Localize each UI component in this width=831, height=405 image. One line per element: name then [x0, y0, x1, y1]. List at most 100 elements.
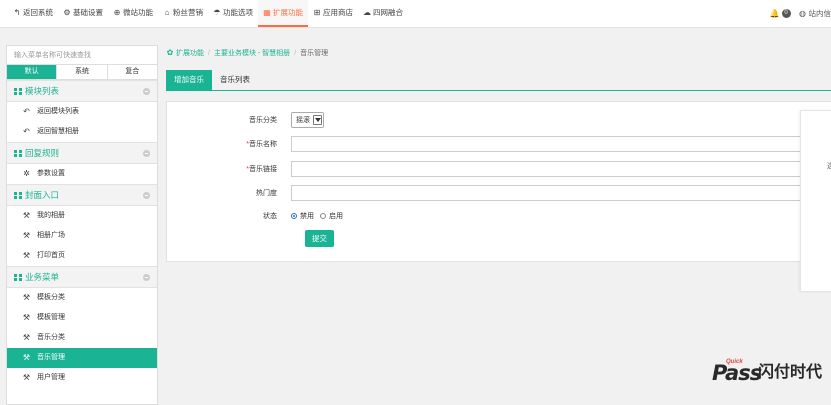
sidebar-tab-2[interactable]: 复合	[108, 65, 157, 79]
link-label-text: 音乐链接	[249, 166, 277, 173]
sidebar-group-header[interactable]: 封面入口	[7, 184, 157, 206]
nav-item-5[interactable]: ▦扩展功能	[258, 0, 308, 27]
sidebar-tab-1[interactable]: 系统	[57, 65, 107, 79]
sidebar-item[interactable]: ⚒用户管理	[7, 368, 157, 388]
tool-icon: ⚒	[22, 206, 31, 226]
status-disabled-radio[interactable]: 禁用	[291, 211, 314, 221]
radio-dot	[291, 213, 297, 219]
reply-icon: ↶	[22, 102, 31, 122]
back-arrow-icon: ↰	[13, 0, 21, 25]
chevron-down-icon	[313, 115, 322, 125]
sidebar-item-label: 相册广场	[37, 226, 65, 246]
music-link-input[interactable]	[291, 161, 831, 177]
sidebar-item[interactable]: ⚒音乐分类	[7, 328, 157, 348]
sidebar-item[interactable]: ↶ 返回模块列表	[7, 102, 157, 122]
sidebar-item[interactable]: ⚒ 打印首页	[7, 246, 157, 266]
sidebar-item-label: 返回智慧相册	[37, 122, 79, 142]
breadcrumb-module[interactable]: 主要业务模块 - 智慧相册	[214, 50, 290, 57]
category-row: 音乐分类 摇滚	[167, 111, 324, 128]
nav-item-7[interactable]: ☁四网融合	[358, 0, 408, 27]
grid-icon	[14, 274, 22, 281]
grid-icon	[14, 150, 22, 157]
sidebar-tabs: 默认系统复合	[7, 65, 157, 80]
sidebar-item[interactable]: ⚒模板管理	[7, 308, 157, 328]
sidebar-group-title: 回复规则	[14, 147, 59, 159]
popularity-label: 热门度	[167, 188, 291, 198]
status-label: 状态	[167, 211, 291, 221]
sidebar-item[interactable]: ↶ 返回智慧相册	[7, 122, 157, 142]
breadcrumb: ✿扩展功能 / 主要业务模块 - 智慧相册 / 音乐管理	[166, 48, 328, 58]
sidebar-item-label: 打印首页	[37, 246, 65, 266]
category-value: 摇滚	[296, 115, 310, 125]
music-name-input[interactable]	[291, 136, 831, 152]
nav-item-label: 基础设置	[73, 8, 103, 17]
bell-icon[interactable]: 🔔	[770, 9, 780, 18]
tool-icon: ⚒	[22, 246, 31, 266]
collapse-icon[interactable]	[143, 274, 150, 281]
reply-icon: ↶	[22, 122, 31, 142]
gear-icon: ⚙	[63, 0, 71, 25]
tab-add-music[interactable]: 增加音乐	[166, 70, 212, 90]
sidebar-group-header[interactable]: 回复规则	[7, 142, 157, 164]
nav-item-4[interactable]: ☂功能选项	[208, 0, 258, 27]
breadcrumb-separator: /	[294, 50, 296, 57]
sidebar-item-label: 我的相册	[37, 206, 65, 226]
cubes-icon: ▦	[263, 0, 271, 25]
top-right-tools: 🔔 0 ◍站内信	[770, 0, 831, 27]
sidebar-item[interactable]: ⚒音乐管理	[7, 348, 157, 368]
menu-search-input[interactable]	[7, 46, 157, 65]
category-label: 音乐分类	[167, 115, 291, 125]
nav-item-3[interactable]: ⌂粉丝营销	[158, 0, 208, 27]
sidebar: 默认系统复合 模块列表↶返回模块列表↶返回智慧相册回复规则✲参数设置封面入口⚒我…	[6, 45, 158, 405]
collapse-icon[interactable]	[143, 88, 150, 95]
sidebar-item[interactable]: ⚒ 我的相册	[7, 206, 157, 226]
side-popup-card	[800, 110, 831, 292]
collapse-icon[interactable]	[143, 150, 150, 157]
nav-item-0[interactable]: ↰返回系统	[8, 0, 58, 27]
radio-dot	[320, 213, 326, 219]
form-panel: 音乐分类 摇滚 *音乐名称 *音乐链接 热门度 状态 禁用 启用 提交	[166, 101, 831, 262]
tab-music-list[interactable]: 音乐列表	[212, 70, 258, 90]
popularity-row: 热门度	[167, 184, 831, 201]
notification-badge[interactable]: 0	[782, 9, 791, 18]
name-label-text: 音乐名称	[249, 141, 277, 148]
breadcrumb-separator: /	[208, 50, 210, 57]
sidebar-group-header[interactable]: 模块列表	[7, 80, 157, 102]
tool-icon: ⚒	[22, 348, 31, 368]
nav-item-label: 微站功能	[123, 8, 153, 17]
tool-icon: ⚒	[22, 288, 31, 308]
sidebar-tab-0[interactable]: 默认	[7, 65, 57, 79]
sidebar-groups: 模块列表↶返回模块列表↶返回智慧相册回复规则✲参数设置封面入口⚒我的相册⚒相册广…	[7, 80, 157, 388]
submit-button[interactable]: 提交	[305, 230, 334, 247]
sidebar-item-label: 返回模块列表	[37, 102, 79, 122]
watermark-logo: Pass Quick 闪付时代	[712, 362, 830, 384]
name-row: *音乐名称	[167, 135, 831, 152]
name-label: *音乐名称	[167, 139, 291, 149]
cloud-icon: ☁	[363, 0, 371, 25]
collapse-icon[interactable]	[143, 192, 150, 199]
status-enabled-radio[interactable]: 启用	[320, 211, 343, 221]
message-label: 站内信	[809, 9, 831, 18]
category-select[interactable]: 摇滚	[291, 112, 324, 128]
select-button-partial[interactable]: 选	[827, 161, 831, 171]
popularity-input[interactable]	[291, 185, 831, 201]
cubes-icon: ✿	[166, 48, 174, 57]
gear-icon: ✲	[22, 164, 31, 184]
nav-item-2[interactable]: ⊕微站功能	[108, 0, 158, 27]
nav-item-6[interactable]: ⊞应用商店	[308, 0, 358, 27]
breadcrumb-current: 音乐管理	[300, 50, 328, 57]
sidebar-group-header[interactable]: 业务菜单	[7, 266, 157, 288]
sidebar-item-label: 参数设置	[37, 164, 65, 184]
sidebar-item[interactable]: ⚒相册广场	[7, 226, 157, 246]
breadcrumb-root[interactable]: 扩展功能	[176, 50, 204, 57]
sidebar-item[interactable]: ⚒模板分类	[7, 288, 157, 308]
grid-icon	[14, 192, 22, 199]
sidebar-group-label: 回复规则	[25, 147, 59, 159]
sidebar-group-label: 模块列表	[25, 85, 59, 97]
sidebar-item[interactable]: ✲ 参数设置	[7, 164, 157, 184]
tool-icon: ⚒	[22, 368, 31, 388]
status-option-label: 启用	[329, 211, 343, 221]
nav-item-label: 功能选项	[223, 8, 253, 17]
message-link[interactable]: ◍站内信	[799, 8, 831, 19]
nav-item-1[interactable]: ⚙基础设置	[58, 0, 108, 27]
